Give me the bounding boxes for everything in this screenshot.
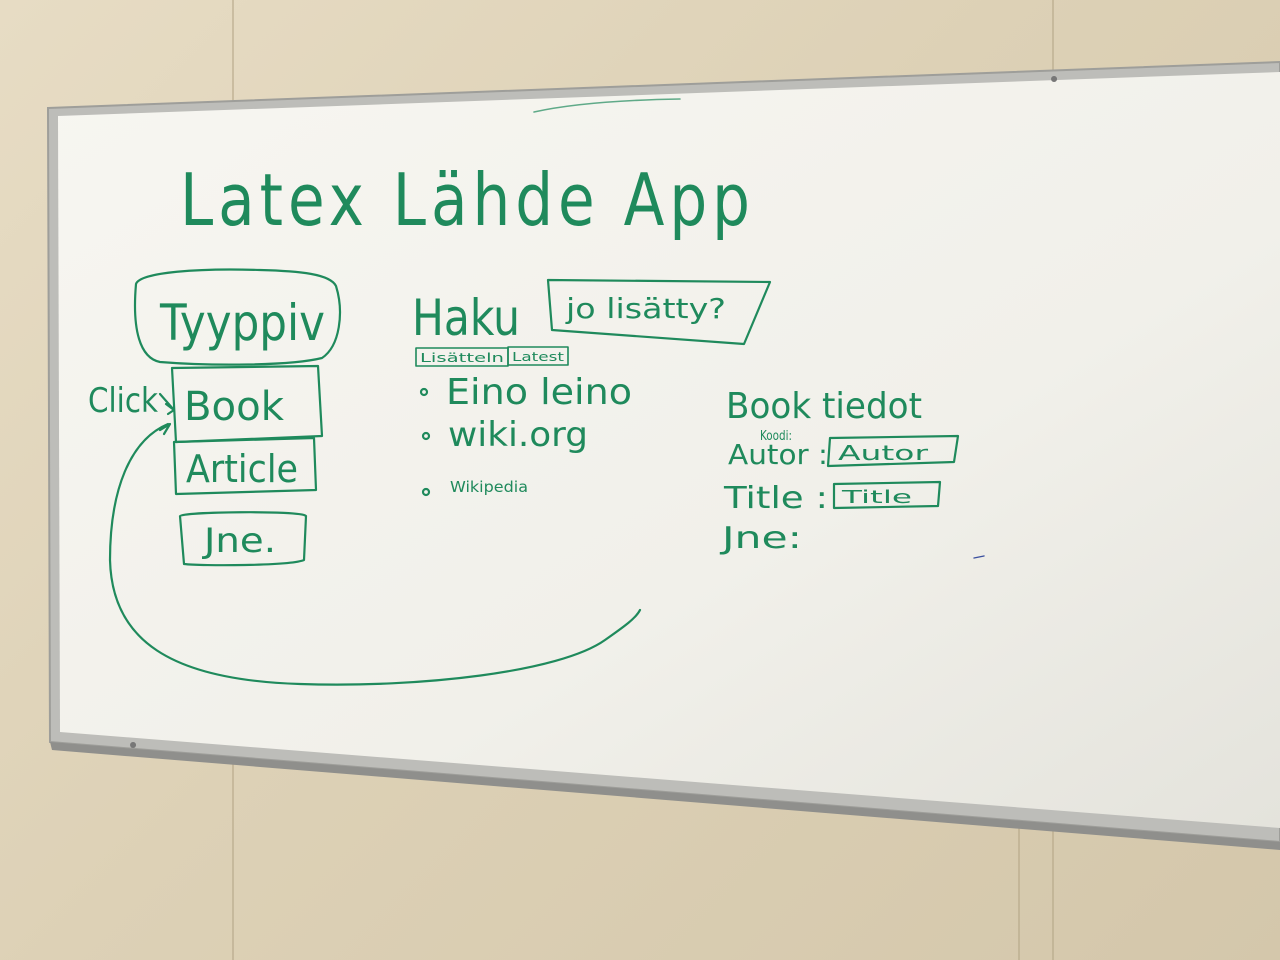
book-option-label[interactable]: Book xyxy=(184,384,285,430)
field-value-title[interactable]: Title xyxy=(840,487,912,508)
field-label-jne: Jne: xyxy=(719,521,802,556)
field-label-autor: Autor : xyxy=(728,438,828,471)
field-label-title: Title : xyxy=(723,481,828,516)
details-heading: Book tiedot xyxy=(726,386,922,427)
search-label: Haku xyxy=(412,289,520,347)
photo-scene: Latex Lähde App Tyyppiv Book Article Jne… xyxy=(0,0,1280,960)
article-option-label[interactable]: Article xyxy=(186,447,298,491)
sort-button-label-1[interactable]: Lisätteln xyxy=(420,351,504,365)
result-item-3[interactable]: Wikipedia xyxy=(450,478,528,496)
field-value-autor[interactable]: Autor xyxy=(838,441,929,465)
result-item-1[interactable]: Eino leino xyxy=(446,372,632,413)
magnet-dot xyxy=(130,742,137,748)
result-item-2[interactable]: wiki.org xyxy=(448,415,588,455)
board-title: Latex Lähde App xyxy=(180,158,755,242)
sort-button-label-2[interactable]: Latest xyxy=(512,350,564,364)
already-added-label: jo lisätty? xyxy=(565,292,726,325)
jne-option-label[interactable]: Jne. xyxy=(202,521,276,561)
magnet-dot xyxy=(1051,76,1058,82)
type-header-label: Tyyppiv xyxy=(159,294,325,352)
click-label: Click xyxy=(88,381,158,421)
whiteboard-svg: Latex Lähde App Tyyppiv Book Article Jne… xyxy=(46,60,1280,850)
